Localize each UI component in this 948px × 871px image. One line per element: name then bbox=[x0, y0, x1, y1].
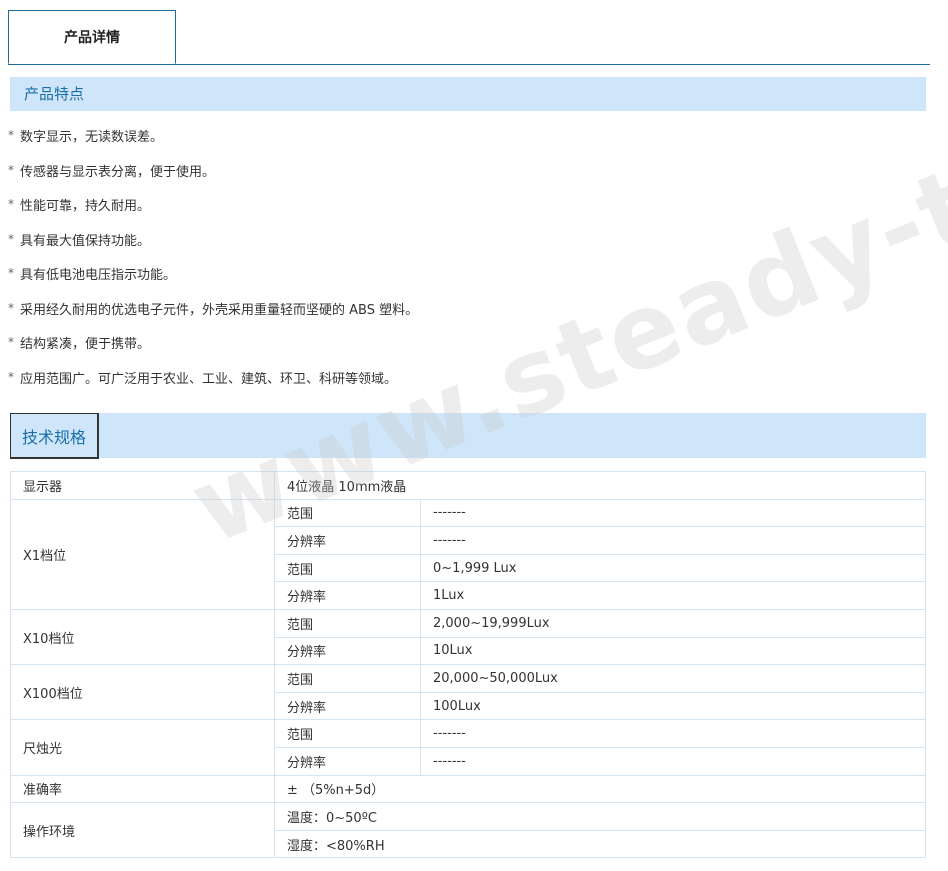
feature-text: 具有最大值保持功能。 bbox=[20, 233, 151, 249]
table-row: X100档位 范围 20,000~50,000Lux bbox=[10, 664, 926, 721]
spec-key: 范围 bbox=[274, 553, 421, 583]
spec-key: 范围 bbox=[274, 664, 421, 693]
bullet-star: * bbox=[8, 128, 14, 142]
table-row: X1档位 范围 ------- bbox=[10, 498, 926, 610]
bullet-star: * bbox=[8, 369, 14, 384]
spec-value: ------- bbox=[420, 526, 926, 555]
feature-text: 传感器与显示表分离，便于使用。 bbox=[20, 164, 216, 180]
spec-value: 湿度：<80%RH bbox=[274, 829, 926, 859]
spec-value: 2,000~19,999Lux bbox=[420, 608, 926, 638]
table-row: X10档位 范围 2,000~19,999Lux bbox=[10, 608, 926, 666]
spec-value: 温度：0~50ºC bbox=[274, 802, 926, 831]
bullet-star: * bbox=[8, 162, 14, 177]
spec-value: ± （5%n+5d） bbox=[274, 774, 926, 804]
spec-value: 0~1,999 Lux bbox=[420, 553, 926, 583]
list-item: * 具有最大值保持功能。 bbox=[8, 230, 418, 265]
spec-value: 4位液晶 10mm液晶 bbox=[274, 471, 926, 500]
tab-product-details[interactable]: 产品详情 bbox=[8, 10, 176, 64]
bullet-star: * bbox=[8, 266, 14, 280]
bullet-star: * bbox=[8, 231, 14, 246]
spec-value: 1Lux bbox=[420, 581, 926, 610]
spec-table: 显示器 4位液晶 10mm液晶 X1档位 范围 ------- 分辨率 ----… bbox=[10, 471, 926, 859]
spec-key: 范围 bbox=[274, 608, 421, 638]
feature-text: 性能可靠，持久耐用。 bbox=[20, 199, 151, 214]
spec-value: 20,000~50,000Lux bbox=[420, 664, 926, 693]
spec-key: 分辨率 bbox=[274, 636, 421, 666]
spec-label: X10档位 bbox=[10, 608, 275, 666]
spec-label: 操作环境 bbox=[10, 802, 275, 859]
spec-value: ------- bbox=[420, 746, 926, 776]
spec-label: X100档位 bbox=[10, 664, 275, 721]
spec-value: ------- bbox=[420, 719, 926, 748]
feature-text: 应用范围广。可广泛用于农业、工业、建筑、环卫、科研等领域。 bbox=[20, 371, 398, 387]
spec-key: 分辨率 bbox=[274, 581, 421, 610]
spec-value: ------- bbox=[420, 498, 926, 528]
tab-bar: 产品详情 bbox=[8, 10, 930, 65]
list-item: * 性能可靠，持久耐用。 bbox=[8, 195, 418, 230]
table-row: 操作环境 温度：0~50ºC bbox=[10, 802, 926, 859]
specs-section-title: 技术规格 bbox=[10, 413, 99, 459]
features-section-header: 产品特点 bbox=[10, 77, 926, 111]
feature-text: 具有低电池电压指示功能。 bbox=[20, 268, 177, 283]
table-row: 显示器 4位液晶 10mm液晶 bbox=[10, 471, 926, 500]
features-list: * 数字显示，无读数误差。 * 传感器与显示表分离，便于使用。 * 性能可靠，持久耐用… bbox=[8, 126, 418, 402]
list-item: * 采用经久耐用的优选电子元件，外壳采用重量轻而坚硬的 ABS 塑料。 bbox=[8, 299, 418, 334]
spec-key: 分辨率 bbox=[274, 746, 421, 776]
feature-text: 采用经久耐用的优选电子元件，外壳采用重量轻而坚硬的 ABS 塑料。 bbox=[20, 302, 419, 318]
table-row: 准确率 ± （5%n+5d） bbox=[10, 774, 926, 804]
spec-label: X1档位 bbox=[10, 498, 275, 610]
spec-key: 分辨率 bbox=[274, 526, 421, 555]
spec-value: 100Lux bbox=[420, 691, 926, 721]
features-section-title: 产品特点 bbox=[24, 85, 85, 103]
spec-label: 尺烛光 bbox=[10, 719, 275, 776]
spec-key: 范围 bbox=[274, 719, 421, 748]
spec-label: 准确率 bbox=[10, 774, 275, 804]
spec-key: 分辨率 bbox=[274, 691, 421, 721]
spec-label: 显示器 bbox=[10, 471, 275, 500]
feature-text: 结构紧凑，便于携带。 bbox=[20, 337, 151, 352]
bullet-star: * bbox=[8, 300, 14, 315]
spec-value: 10Lux bbox=[420, 636, 926, 666]
specs-section-header: 技术规格 bbox=[10, 413, 926, 459]
feature-text: 数字显示，无读数误差。 bbox=[20, 130, 164, 145]
spec-key: 范围 bbox=[274, 498, 421, 528]
bullet-star: * bbox=[8, 197, 14, 211]
table-row: 尺烛光 范围 ------- bbox=[10, 719, 926, 776]
list-item: * 结构紧凑，便于携带。 bbox=[8, 333, 418, 368]
list-item: * 具有低电池电压指示功能。 bbox=[8, 264, 418, 299]
list-item: * 应用范围广。可广泛用于农业、工业、建筑、环卫、科研等领域。 bbox=[8, 368, 418, 403]
bullet-star: * bbox=[8, 335, 14, 349]
list-item: * 数字显示，无读数误差。 bbox=[8, 126, 418, 161]
list-item: * 传感器与显示表分离，便于使用。 bbox=[8, 161, 418, 196]
